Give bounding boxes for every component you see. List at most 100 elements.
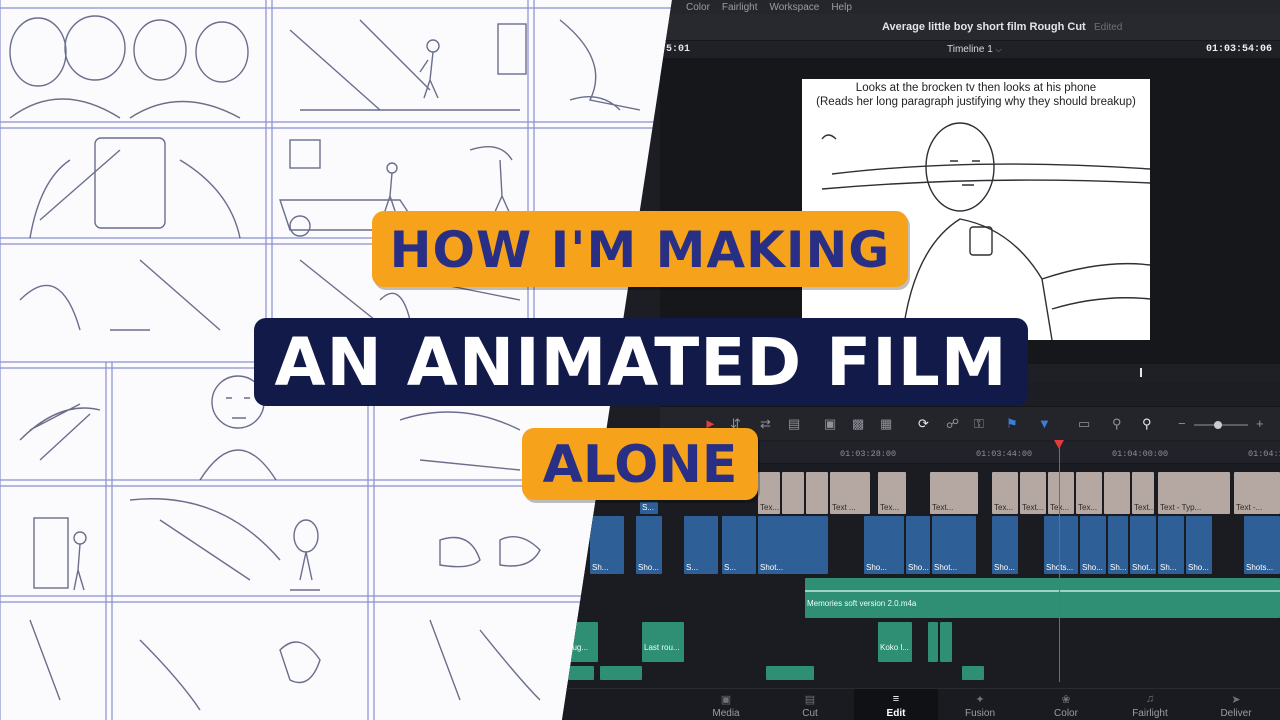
- page-tab-deliver[interactable]: ➤ Deliver: [1194, 689, 1278, 720]
- menu-workspace[interactable]: Workspace: [769, 2, 819, 13]
- title-clip[interactable]: Tex...: [992, 472, 1018, 514]
- chevron-down-icon: ⌵: [995, 45, 1002, 54]
- zoom-slider[interactable]: [1194, 421, 1248, 429]
- clip-label: Sh...: [592, 563, 609, 572]
- clip-label: Shot...: [1132, 563, 1156, 572]
- fairlight-icon: ♫: [1145, 693, 1155, 705]
- clip-label: Shot...: [760, 563, 784, 572]
- video-clip[interactable]: Shot...: [932, 516, 976, 574]
- clip-label: Sh...: [1160, 563, 1177, 572]
- lock-icon[interactable]: ⚿: [974, 417, 984, 430]
- clip-label: Memories soft version 2.0.m4a: [807, 599, 917, 608]
- timecode-left: 5:01: [666, 44, 691, 55]
- video-clip[interactable]: S...: [684, 516, 718, 574]
- replace-clip-icon[interactable]: ▦: [880, 417, 892, 430]
- clip-label: S...: [686, 563, 699, 572]
- page-tab-fairlight[interactable]: ♫ Fairlight: [1108, 689, 1192, 720]
- page-tab-fusion[interactable]: ✦ Fusion: [938, 689, 1022, 720]
- page-tab-color[interactable]: ❀ Color: [1024, 689, 1108, 720]
- title-clip[interactable]: Text -...: [1234, 472, 1280, 514]
- project-title: Average little boy short film Rough Cut: [882, 21, 1086, 33]
- video-clip[interactable]: Shots...: [1244, 516, 1280, 574]
- clip-label: Tex...: [760, 503, 780, 512]
- title-clip[interactable]: Text...: [930, 472, 978, 514]
- clip-label: Text...: [932, 503, 954, 512]
- flag-icon[interactable]: ⚑: [1006, 417, 1018, 430]
- link-icon[interactable]: ☍: [946, 417, 959, 430]
- page-tab-cut[interactable]: ▤ Cut: [768, 689, 852, 720]
- audio-clip[interactable]: [566, 666, 594, 680]
- audio-clip[interactable]: [600, 666, 642, 680]
- audio-clip[interactable]: [928, 622, 938, 662]
- title-clip[interactable]: Tex...: [878, 472, 906, 514]
- clip-label: Sho...: [1082, 563, 1103, 572]
- video-clip[interactable]: Sho...: [864, 516, 904, 574]
- insert-clip-icon[interactable]: ▣: [824, 417, 836, 430]
- fusion-icon: ✦: [975, 694, 985, 706]
- title-clip[interactable]: [1104, 472, 1130, 514]
- clip-label: Koko l...: [880, 643, 909, 652]
- overwrite-clip-icon[interactable]: ▩: [852, 417, 864, 430]
- blade-tool-icon[interactable]: ▤: [788, 417, 800, 430]
- timeline-selector[interactable]: Timeline 1 ⌵: [947, 44, 1002, 55]
- video-clip[interactable]: Shot...: [758, 516, 828, 574]
- clip-label: Sho...: [908, 563, 929, 572]
- scrubber-handle[interactable]: [1140, 368, 1142, 377]
- title-clip[interactable]: Tex...: [1048, 472, 1074, 514]
- title-clip[interactable]: Text ...: [830, 472, 870, 514]
- title-clip[interactable]: Text...: [1132, 472, 1154, 514]
- video-clip[interactable]: Shot...: [1130, 516, 1156, 574]
- zoom-slider-knob[interactable]: [1214, 421, 1222, 429]
- zoom-in-icon[interactable]: +: [1256, 417, 1264, 430]
- marker-icon[interactable]: ▼: [1038, 417, 1051, 430]
- audio-clip[interactable]: [940, 622, 952, 662]
- video-clip[interactable]: Sh...: [1108, 516, 1128, 574]
- video-clip[interactable]: Shots...: [1044, 516, 1078, 574]
- menu-fairlight[interactable]: Fairlight: [722, 2, 758, 13]
- clip-label: Tex...: [1078, 503, 1098, 512]
- video-clip[interactable]: Sho...: [1186, 516, 1212, 574]
- audio-clip[interactable]: [962, 666, 984, 680]
- video-clip[interactable]: Sh...: [1158, 516, 1184, 574]
- zoom-custom-icon[interactable]: ⚲: [1142, 417, 1152, 430]
- menu-color[interactable]: Color: [686, 2, 710, 13]
- video-clip[interactable]: Sho...: [992, 516, 1018, 574]
- title-clip[interactable]: Text...: [1020, 472, 1046, 514]
- page-label: Edit: [886, 708, 906, 719]
- page-label: Color: [1054, 708, 1078, 719]
- video-clip[interactable]: Sh...: [590, 516, 624, 574]
- audio-clip[interactable]: Last rou...: [642, 622, 684, 662]
- menu-help[interactable]: Help: [831, 2, 852, 13]
- snapping-icon[interactable]: ⟳: [918, 417, 929, 430]
- video-clip[interactable]: Sho...: [636, 516, 662, 574]
- title-clip[interactable]: Tex...: [758, 472, 780, 514]
- thumbnail-stage: Color Fairlight Workspace Help Average l…: [0, 0, 1280, 720]
- media-icon: ▣: [720, 694, 732, 706]
- dynamic-trim-icon[interactable]: ⇄: [760, 417, 771, 430]
- title-clip[interactable]: [806, 472, 828, 514]
- viewer-header: 5:01 Timeline 1 ⌵ 01:03:54:06: [660, 40, 1280, 58]
- zoom-full-icon[interactable]: ▭: [1078, 417, 1090, 430]
- edit-icon: ≡: [892, 693, 900, 705]
- zoom-detail-icon[interactable]: ⚲: [1112, 417, 1122, 430]
- ruler-tick-label: 01:03:28:00: [840, 449, 897, 459]
- title-clip[interactable]: [782, 472, 804, 514]
- video-clip[interactable]: Sho...: [906, 516, 930, 574]
- video-clip[interactable]: S...: [722, 516, 756, 574]
- timecode-right: 01:03:54:06: [1205, 44, 1272, 55]
- zoom-out-icon[interactable]: −: [1178, 417, 1186, 430]
- title-clip[interactable]: Text - Typ...: [1158, 472, 1230, 514]
- ruler-tick-label: 01:04:16: [1248, 449, 1280, 459]
- title-clip[interactable]: Tex...: [1076, 472, 1102, 514]
- audio-clip[interactable]: [766, 666, 814, 680]
- audio-clip[interactable]: Koko l...: [878, 622, 912, 662]
- clip-label: Sh...: [1110, 563, 1127, 572]
- video-clip[interactable]: Sho...: [1080, 516, 1106, 574]
- waveform: [805, 590, 1280, 592]
- playhead[interactable]: [1059, 442, 1060, 682]
- page-label: Media: [712, 708, 740, 719]
- audio-clip-main[interactable]: Memories soft version 2.0.m4a: [805, 578, 1280, 618]
- page-tab-media[interactable]: ▣ Media: [684, 689, 768, 720]
- video-clip[interactable]: S...: [640, 502, 658, 514]
- page-tab-edit[interactable]: ≡ Edit: [854, 689, 938, 720]
